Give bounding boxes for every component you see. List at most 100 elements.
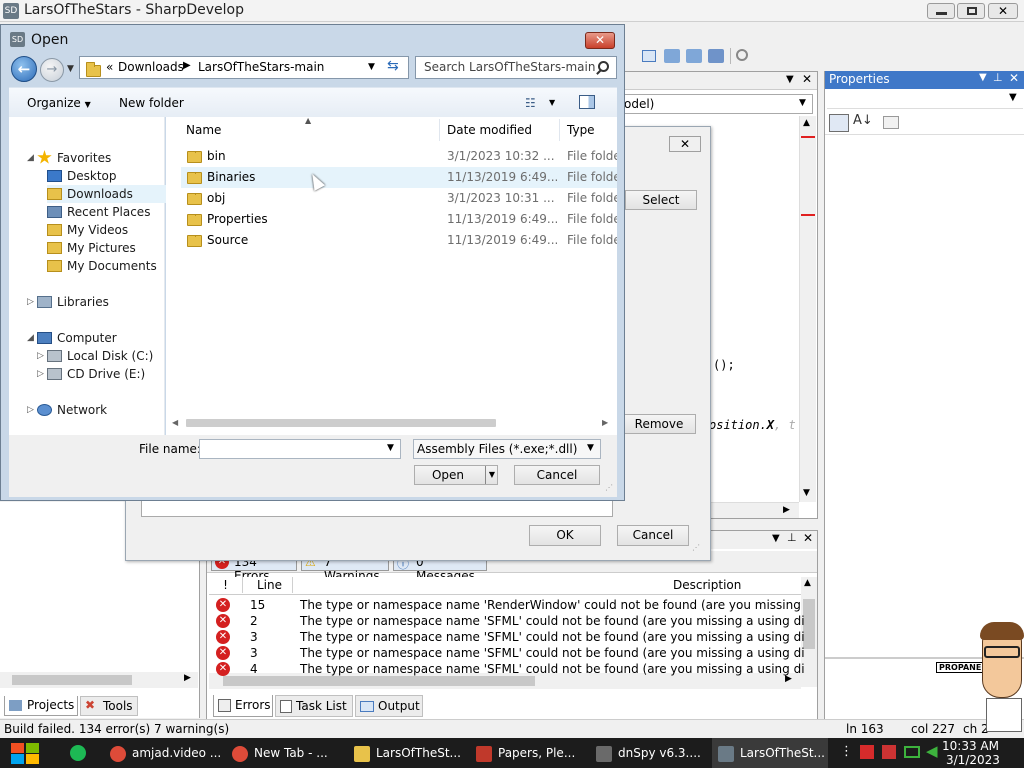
col-type[interactable]: Type — [567, 123, 595, 137]
property-pages-icon[interactable] — [883, 116, 899, 129]
toolbar-button-3-icon[interactable] — [686, 49, 702, 63]
col-name[interactable]: Name — [186, 123, 221, 137]
clock-time[interactable]: 10:33 AM — [942, 739, 999, 753]
resize-grip[interactable]: ⋰ — [605, 483, 613, 492]
pad-menu-icon[interactable]: ▼ — [979, 72, 987, 83]
expand-open-icon[interactable]: ◢ — [27, 149, 34, 167]
col-description[interactable]: Description — [293, 577, 803, 593]
taskbar-chrome-1[interactable]: amjad.video ... — [104, 738, 220, 768]
pad-menu-icon[interactable]: ▼ — [772, 533, 780, 544]
cancel-button[interactable]: Cancel — [514, 465, 600, 485]
properties-object-combo[interactable]: ▼ — [827, 91, 1023, 109]
reference-dialog-close-button[interactable]: ✕ — [669, 136, 701, 152]
breadcrumb-separator-icon[interactable]: ▶ — [183, 60, 191, 71]
scroll-thumb[interactable] — [12, 675, 132, 685]
scroll-right-icon[interactable]: ▶ — [184, 673, 191, 683]
expand-closed-icon[interactable]: ▷ — [27, 293, 34, 311]
open-button[interactable]: Open ▼ — [414, 465, 498, 485]
scroll-left-icon[interactable]: ◀ — [172, 418, 178, 427]
dialog-cancel-button[interactable]: Cancel — [617, 525, 689, 546]
pinned-app-icon[interactable] — [70, 745, 86, 761]
back-button[interactable]: ← — [11, 56, 37, 82]
scroll-thumb[interactable] — [223, 676, 535, 686]
error-marker[interactable] — [801, 136, 815, 138]
taskbar-dnspy[interactable]: dnSpy v6.3.... — [590, 738, 706, 768]
search-box[interactable]: Search LarsOfTheStars-main — [415, 56, 617, 79]
breadcrumb-downloads[interactable]: Downloads — [118, 60, 184, 74]
start-button[interactable] — [8, 741, 42, 765]
address-bar[interactable]: « Downloads ▶ LarsOfTheStars-main ▼ ⇆ — [79, 56, 409, 79]
taskbar-explorer[interactable]: LarsOfTheSt... — [348, 738, 464, 768]
ok-button[interactable]: OK — [529, 525, 601, 546]
alphabetical-icon[interactable]: A↓ — [853, 113, 873, 128]
pin-icon[interactable]: ⊥ — [993, 71, 1003, 84]
scroll-up-icon[interactable]: ▲ — [804, 578, 811, 588]
file-list-hscrollbar[interactable]: ◀ ▶ — [166, 415, 617, 431]
organize-button[interactable]: Organize ▼ — [27, 96, 91, 110]
resize-grip[interactable]: ⋰ — [692, 543, 700, 552]
col-date-modified[interactable]: Date modified — [447, 123, 532, 137]
tray-overflow-icon[interactable]: ⋮ — [840, 744, 853, 759]
close-tab-icon[interactable]: ✕ — [802, 72, 812, 86]
recent-locations-dropdown-icon[interactable]: ▼ — [67, 64, 74, 74]
open-dialog-close-button[interactable]: ✕ — [585, 32, 615, 49]
error-row[interactable]: ✕ 3 The type or namespace name 'SFML' coul… — [210, 645, 805, 661]
file-row[interactable]: obj 3/1/2023 10:31 ... File folder — [181, 188, 617, 209]
error-marker[interactable] — [801, 214, 815, 216]
projects-hscrollbar[interactable]: ▶ — [0, 672, 198, 688]
expand-closed-icon[interactable]: ▷ — [37, 365, 44, 383]
close-pad-icon[interactable]: ✕ — [803, 531, 813, 545]
scroll-thumb[interactable] — [186, 419, 496, 427]
tree-item-downloads[interactable]: Downloads — [47, 185, 173, 203]
scroll-up-icon[interactable]: ▲ — [803, 118, 810, 128]
volume-icon[interactable]: ◀ — [926, 742, 938, 760]
toolbar-button-4-icon[interactable] — [708, 49, 724, 63]
select-button[interactable]: Select — [625, 190, 697, 210]
tab-projects[interactable]: Projects — [4, 696, 78, 716]
new-folder-button[interactable]: New folder — [119, 96, 184, 110]
scroll-right-icon[interactable]: ▶ — [783, 505, 790, 515]
network-icon[interactable] — [904, 746, 920, 758]
tab-output[interactable]: Output — [355, 695, 423, 717]
view-dropdown-icon[interactable]: ▼ — [549, 98, 555, 107]
file-row[interactable]: Source 11/13/2019 6:49... File folder — [181, 230, 617, 251]
preview-pane-icon[interactable] — [579, 95, 595, 109]
toolbar-button-2-icon[interactable] — [664, 49, 680, 63]
clock-date[interactable]: 3/1/2023 — [946, 753, 1000, 767]
tab-task-list[interactable]: Task List — [275, 695, 353, 717]
tab-errors[interactable]: Errors — [213, 695, 273, 717]
tab-tools[interactable]: ✖ Tools — [80, 696, 138, 716]
error-row[interactable]: ✕ 15 The type or namespace name 'RenderWin… — [210, 597, 805, 613]
pin-icon[interactable]: ⊥ — [787, 531, 797, 544]
class-combo[interactable]: odel) ▼ — [623, 94, 813, 114]
open-dropdown-icon[interactable]: ▼ — [485, 466, 498, 484]
categorized-icon[interactable] — [829, 114, 849, 132]
file-row[interactable]: Binaries 11/13/2019 6:49... File folder — [181, 167, 617, 188]
view-options-icon[interactable]: ☷ — [525, 96, 536, 110]
expand-closed-icon[interactable]: ▷ — [27, 401, 34, 419]
col-line[interactable]: Line — [243, 577, 293, 593]
restore-button[interactable] — [957, 3, 985, 19]
col-severity[interactable]: ! — [209, 577, 243, 593]
scroll-right-icon[interactable]: ▶ — [602, 418, 608, 427]
editor-vscrollbar[interactable]: ▲ ▼ — [799, 116, 816, 502]
tray-app-icon[interactable] — [882, 745, 896, 759]
taskbar-papers-please[interactable]: Papers, Ple... — [470, 738, 586, 768]
address-dropdown-icon[interactable]: ▼ — [368, 62, 375, 72]
chevron-down-icon[interactable]: ▼ — [387, 443, 394, 453]
close-window-button[interactable]: ✕ — [988, 3, 1018, 19]
error-row[interactable]: ✕ 4 The type or namespace name 'SFML' coul… — [210, 661, 805, 677]
minimize-button[interactable] — [927, 3, 955, 19]
search-input[interactable]: Search LarsOfTheStars-main — [424, 60, 595, 74]
file-type-filter[interactable]: Assembly Files (*.exe;*.dll) ▼ — [413, 439, 601, 459]
file-name-input[interactable]: ▼ — [199, 439, 401, 459]
expand-closed-icon[interactable]: ▷ — [37, 347, 44, 365]
toolbar-button-1-icon[interactable] — [642, 50, 656, 62]
close-pad-icon[interactable]: ✕ — [1009, 71, 1019, 85]
taskbar-sharpdevelop[interactable]: LarsOfTheSt... — [712, 738, 828, 768]
expand-open-icon[interactable]: ◢ — [27, 329, 34, 347]
remove-button[interactable]: Remove — [622, 414, 696, 434]
breadcrumb-current[interactable]: LarsOfTheStars-main — [198, 60, 324, 74]
taskbar-chrome-2[interactable]: New Tab - ... — [226, 738, 342, 768]
refresh-icon[interactable]: ⇆ — [387, 58, 399, 74]
